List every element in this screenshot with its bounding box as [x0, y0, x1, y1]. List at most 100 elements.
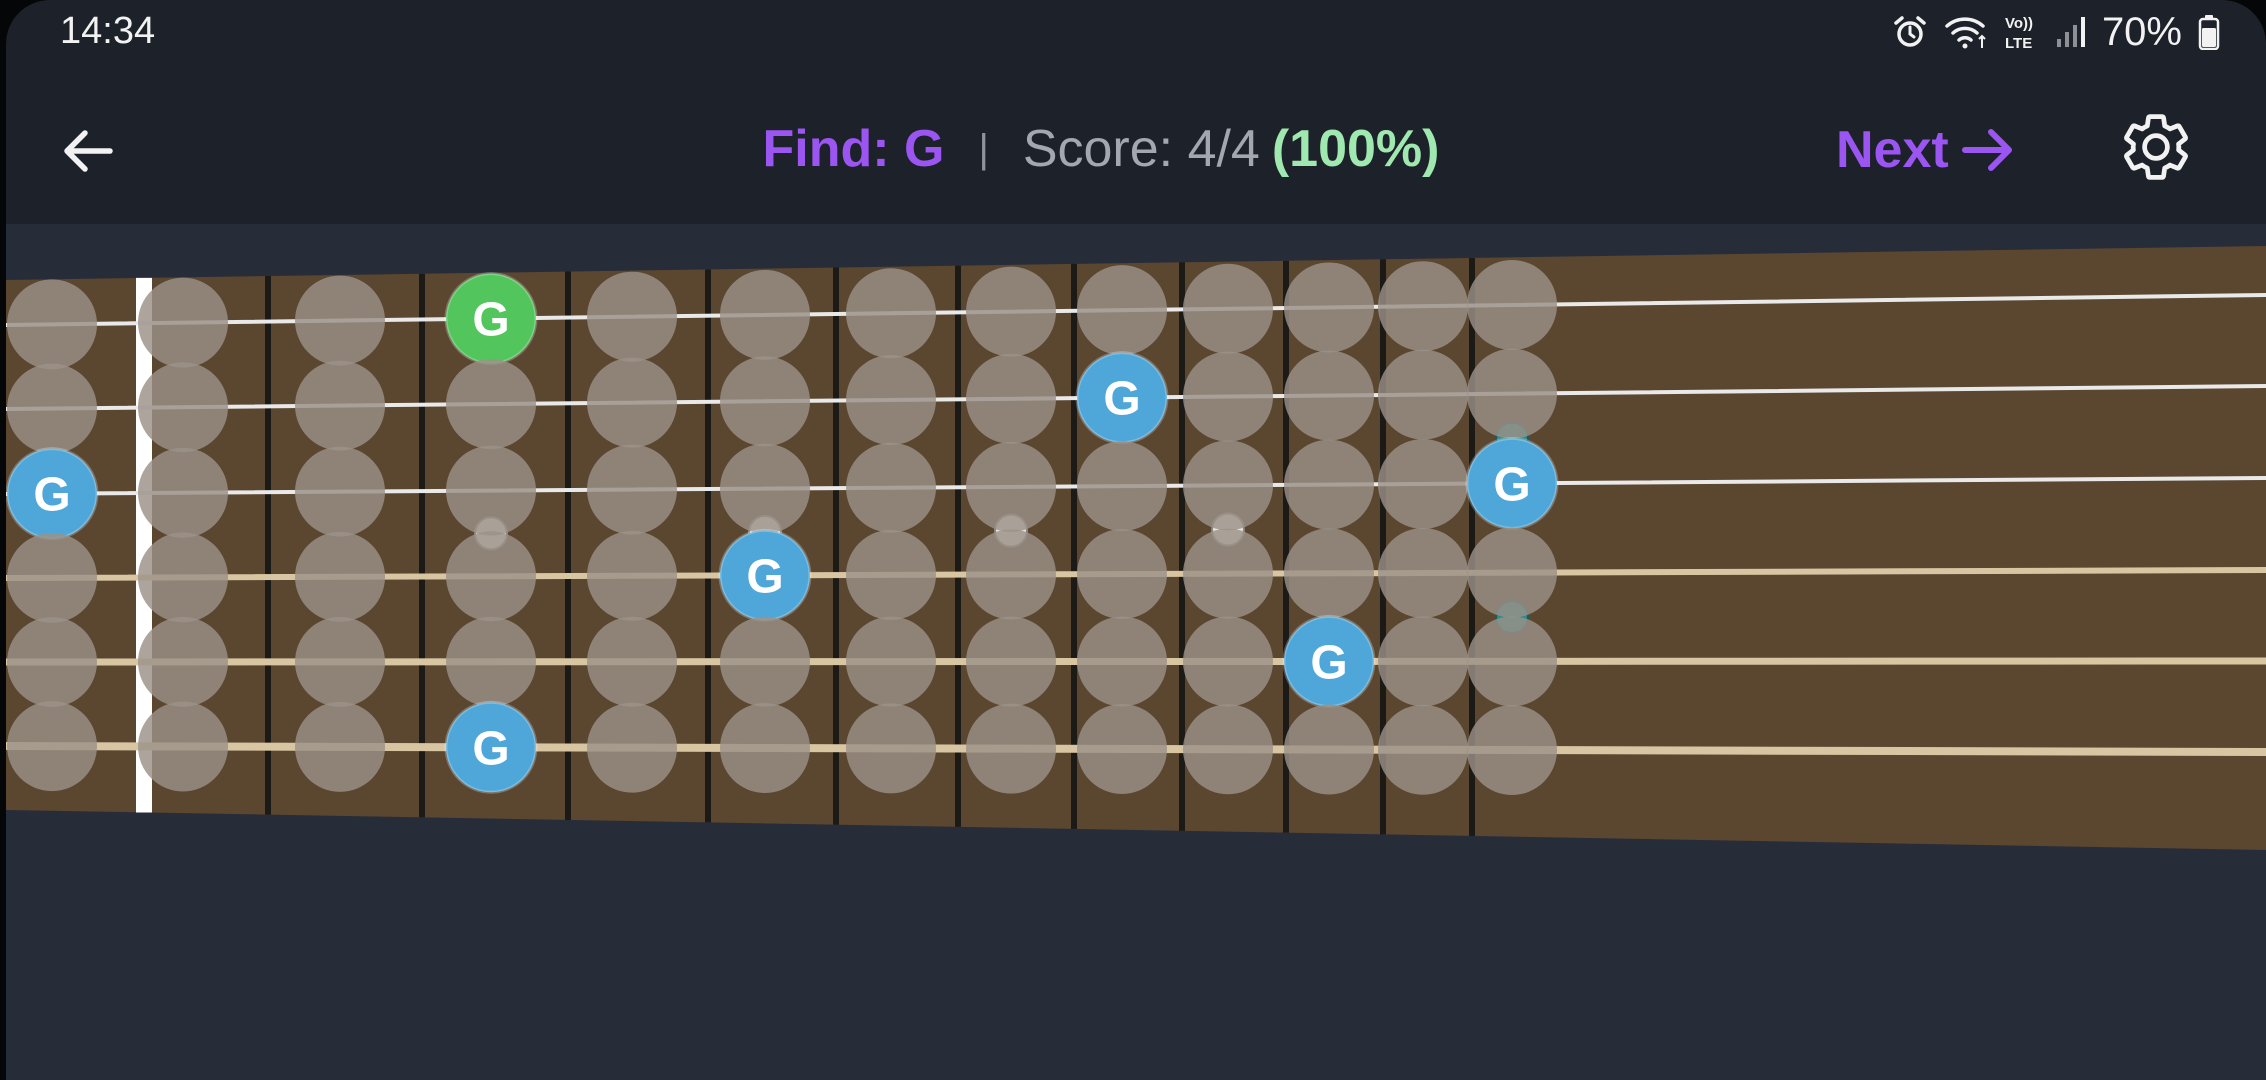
next-button-label: Next — [1836, 121, 1949, 179]
note-position[interactable] — [966, 703, 1056, 794]
settings-button[interactable] — [2118, 109, 2194, 185]
note-position[interactable] — [1183, 351, 1273, 442]
note-label: G — [1103, 373, 1140, 426]
phone-screen: 14:34 Vo)) LTE 70% Find: G | Score: 4/4 … — [6, 0, 2266, 1080]
note-position[interactable] — [7, 363, 97, 454]
note-position[interactable] — [1077, 529, 1167, 620]
note-position[interactable] — [1077, 441, 1167, 532]
arrow-right-icon — [1961, 129, 2012, 171]
title-separator: | — [978, 126, 989, 171]
note-position[interactable] — [587, 357, 677, 448]
score-label: Score: 4/4 — [1022, 120, 1260, 178]
note-position[interactable] — [138, 701, 228, 792]
note-position[interactable] — [1378, 438, 1468, 529]
note-position[interactable] — [7, 701, 97, 792]
note-position[interactable] — [138, 616, 228, 707]
note-position[interactable] — [720, 703, 810, 794]
note-position[interactable] — [7, 279, 97, 370]
note-position[interactable] — [1284, 439, 1374, 530]
note-position[interactable] — [1467, 348, 1557, 439]
alarm-icon — [1892, 14, 1928, 50]
note-position[interactable] — [446, 359, 536, 450]
note-position[interactable] — [587, 530, 677, 621]
find-target-label: Find: G — [762, 120, 945, 178]
note-position[interactable] — [446, 531, 536, 622]
status-bar: 14:34 Vo)) LTE 70% — [6, 0, 2266, 64]
volte-label-top: Vo)) — [2005, 15, 2033, 32]
note-position[interactable] — [846, 354, 936, 445]
note-position[interactable] — [1077, 616, 1167, 707]
note-label: G — [472, 294, 509, 347]
gear-icon — [2124, 114, 2188, 180]
note-position[interactable] — [1467, 616, 1557, 707]
note-label: G — [1493, 458, 1530, 511]
note-position[interactable] — [1183, 440, 1273, 531]
note-position[interactable] — [966, 616, 1056, 707]
fretboard-area: G G G G G G G — [6, 224, 2266, 1080]
note-position[interactable] — [1183, 616, 1273, 707]
note-position[interactable] — [1183, 704, 1273, 795]
wifi-icon — [1944, 14, 1988, 50]
note-position[interactable] — [846, 703, 936, 794]
note-position[interactable] — [720, 356, 810, 447]
note-position[interactable] — [720, 616, 810, 707]
note-position[interactable] — [587, 444, 677, 535]
note-position[interactable] — [1284, 350, 1374, 441]
signal-icon — [2056, 15, 2086, 49]
volte-label-bottom: LTE — [2005, 35, 2032, 52]
note-label: G — [33, 469, 70, 522]
note-position[interactable] — [1467, 704, 1557, 795]
note-position[interactable] — [1183, 528, 1273, 619]
note-position[interactable] — [1378, 527, 1468, 618]
note-position[interactable] — [138, 447, 228, 538]
note-position[interactable] — [1077, 265, 1167, 356]
note-position[interactable] — [7, 532, 97, 623]
note-label: G — [472, 722, 509, 775]
volte-icon: Vo)) LTE — [2004, 12, 2040, 52]
note-position[interactable] — [7, 616, 97, 707]
note-position[interactable] — [1378, 349, 1468, 440]
note-position[interactable] — [1467, 260, 1557, 351]
note-position[interactable] — [295, 360, 385, 451]
note-position[interactable] — [1378, 704, 1468, 795]
back-button[interactable] — [54, 115, 126, 187]
note-position[interactable] — [966, 441, 1056, 532]
note-position[interactable] — [295, 275, 385, 366]
note-position[interactable] — [446, 445, 536, 536]
note-position[interactable] — [1378, 261, 1468, 352]
note-position[interactable] — [966, 266, 1056, 357]
arrow-left-icon — [64, 130, 113, 172]
note-position[interactable] — [846, 442, 936, 533]
note-position[interactable] — [1183, 263, 1273, 354]
next-button[interactable]: Next — [1836, 115, 2019, 185]
note-position[interactable] — [1284, 704, 1374, 795]
note-position[interactable] — [1284, 262, 1374, 353]
note-position[interactable] — [846, 616, 936, 707]
note-position[interactable] — [295, 701, 385, 792]
note-position[interactable] — [846, 268, 936, 359]
note-position[interactable] — [138, 277, 228, 368]
note-position[interactable] — [720, 269, 810, 360]
note-position[interactable] — [1077, 703, 1167, 794]
quiz-status: Find: G | Score: 4/4 (100%) — [576, 119, 1626, 179]
note-position[interactable] — [1284, 528, 1374, 619]
note-position[interactable] — [966, 529, 1056, 620]
note-position[interactable] — [138, 362, 228, 453]
note-position[interactable] — [587, 702, 677, 793]
note-position[interactable] — [295, 616, 385, 707]
note-position[interactable] — [1378, 616, 1468, 707]
note-position[interactable] — [587, 271, 677, 362]
note-position[interactable] — [138, 532, 228, 623]
note-position[interactable] — [295, 446, 385, 537]
note-position[interactable] — [446, 616, 536, 707]
app-bar: Find: G | Score: 4/4 (100%) Next — [6, 64, 2266, 224]
note-position[interactable] — [295, 531, 385, 622]
fretboard: G G G G G G G — [6, 246, 2266, 850]
battery-icon — [2198, 14, 2220, 50]
note-position[interactable] — [587, 616, 677, 707]
status-icons: Vo)) LTE 70% — [1892, 10, 2220, 54]
note-position[interactable] — [966, 353, 1056, 444]
note-position[interactable] — [846, 529, 936, 620]
note-position[interactable] — [720, 443, 810, 534]
note-position[interactable] — [1467, 527, 1557, 618]
